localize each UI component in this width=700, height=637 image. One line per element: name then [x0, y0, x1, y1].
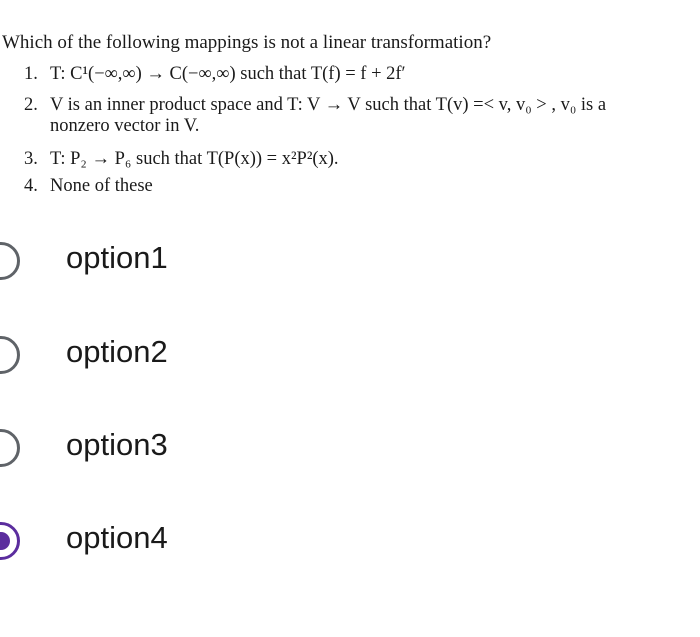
question-text: Which of the following mappings is not a…	[2, 32, 492, 53]
option-label[interactable]: option4	[66, 520, 168, 556]
item-text-continuation: nonzero vector in V.	[50, 116, 200, 136]
option-2[interactable]: option2	[0, 324, 420, 384]
item-number: 2.	[24, 95, 38, 115]
radio-unchecked-icon[interactable]	[0, 429, 20, 467]
option-1[interactable]: option1	[0, 230, 420, 290]
radio-checked-icon[interactable]	[0, 522, 20, 560]
item-number: 3.	[24, 149, 38, 169]
item-number: 4.	[24, 176, 38, 196]
radio-unchecked-icon[interactable]	[0, 242, 20, 280]
item-text: None of these	[50, 176, 153, 196]
item-number: 1.	[24, 64, 38, 84]
option-label[interactable]: option3	[66, 427, 168, 463]
option-label[interactable]: option2	[66, 334, 168, 370]
radio-unchecked-icon[interactable]	[0, 336, 20, 374]
item-text: T: C¹(−∞,∞) → C(−∞,∞) such that T(f) = f…	[50, 64, 406, 84]
radio-dot	[0, 532, 10, 550]
question-item-2: 2. V is an inner product space and T: V →…	[24, 95, 606, 137]
question-item-4: 4. None of these	[24, 176, 153, 197]
item-text: T: P₂ → P₆ such that T(P(x)) = x²P²(x).	[50, 149, 339, 169]
item-text: V is an inner product space and T: V → V…	[50, 95, 607, 115]
option-label[interactable]: option1	[66, 240, 168, 276]
option-4[interactable]: option4	[0, 510, 420, 570]
option-3[interactable]: option3	[0, 417, 420, 477]
question-item-3: 3. T: P₂ → P₆ such that T(P(x)) = x²P²(x)…	[24, 149, 339, 170]
question-item-1: 1. T: C¹(−∞,∞) → C(−∞,∞) such that T(f) =…	[24, 64, 406, 85]
